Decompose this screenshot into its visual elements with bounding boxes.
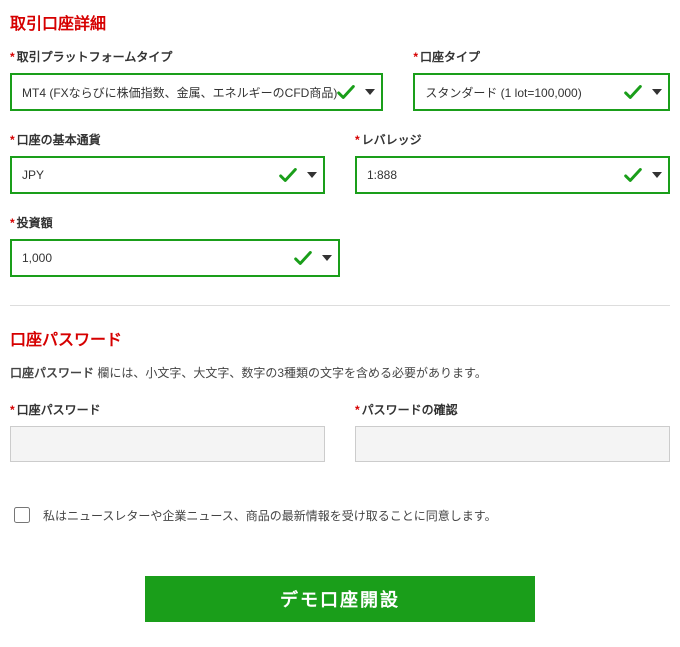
consent-label: 私はニュースレターや企業ニュース、商品の最新情報を受け取ることに同意します。 xyxy=(43,507,497,524)
label-password: *口座パスワード xyxy=(10,401,325,418)
check-icon xyxy=(335,81,357,103)
password-helper-text: 口座パスワード 欄には、小文字、大文字、数字の3種類の文字を含める必要があります… xyxy=(10,364,670,383)
select-investment-value: 1,000 xyxy=(22,251,294,265)
consent-checkbox[interactable] xyxy=(14,507,30,523)
check-icon xyxy=(622,81,644,103)
section-title-password: 口座パスワード xyxy=(10,326,670,350)
label-account-type: *口座タイプ xyxy=(413,48,670,65)
select-platform-type[interactable]: MT4 (FXならびに株価指数、金属、エネルギーのCFD商品) xyxy=(10,73,383,111)
select-investment[interactable]: 1,000 xyxy=(10,239,340,277)
select-leverage[interactable]: 1:888 xyxy=(355,156,670,194)
label-platform-type: *取引プラットフォームタイプ xyxy=(10,48,383,65)
password-input[interactable] xyxy=(10,426,325,462)
label-base-currency: *口座の基本通貨 xyxy=(10,131,325,148)
select-base-currency[interactable]: JPY xyxy=(10,156,325,194)
select-account-type[interactable]: スタンダード (1 lot=100,000) xyxy=(413,73,670,111)
check-icon xyxy=(622,164,644,186)
label-leverage: *レバレッジ xyxy=(355,131,670,148)
submit-button[interactable]: デモ口座開設 xyxy=(145,576,535,622)
divider xyxy=(10,305,670,306)
chevron-down-icon xyxy=(322,255,332,261)
check-icon xyxy=(277,164,299,186)
select-base-currency-value: JPY xyxy=(22,168,279,182)
password-confirm-input[interactable] xyxy=(355,426,670,462)
section-title-account-details: 取引口座詳細 xyxy=(10,10,670,34)
label-investment: *投資額 xyxy=(10,214,340,231)
chevron-down-icon xyxy=(307,172,317,178)
chevron-down-icon xyxy=(365,89,375,95)
label-password-confirm: *パスワードの確認 xyxy=(355,401,670,418)
select-leverage-value: 1:888 xyxy=(367,168,624,182)
select-platform-type-value: MT4 (FXならびに株価指数、金属、エネルギーのCFD商品) xyxy=(22,84,337,101)
select-account-type-value: スタンダード (1 lot=100,000) xyxy=(425,84,624,101)
check-icon xyxy=(292,247,314,269)
chevron-down-icon xyxy=(652,172,662,178)
chevron-down-icon xyxy=(652,89,662,95)
